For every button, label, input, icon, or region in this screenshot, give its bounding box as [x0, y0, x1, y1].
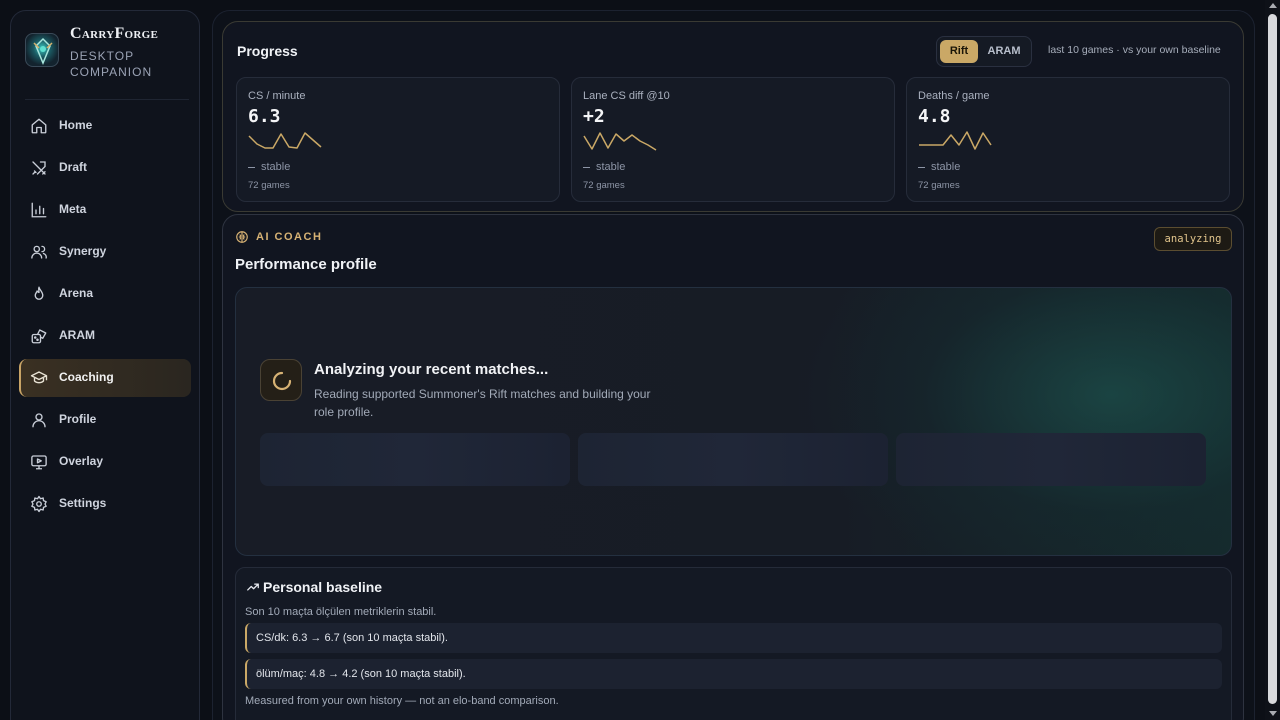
stat-card-lane-cs-diff: Lane CS diff @10 +2 stable 72 games: [571, 77, 895, 202]
gear-icon: [31, 495, 47, 513]
sparkline-path: [583, 132, 657, 151]
scroll-up-arrow-icon[interactable]: [1269, 3, 1277, 8]
stat-games: 72 games: [918, 180, 960, 191]
analyzing-text: Reading supported Summoner's Rift matche…: [314, 387, 651, 419]
stat-card-deaths-per-game: Deaths / game 4.8 stable 72 games: [906, 77, 1230, 202]
trend-dash-icon: [583, 166, 590, 168]
stat-card-cs-per-minute: CS / minute 6.3 stable 72 games: [236, 77, 560, 202]
progress-title: Progress: [237, 43, 298, 59]
coach-title: Performance profile: [235, 256, 377, 273]
bar-chart-icon: [31, 202, 47, 218]
baseline-title-label: Personal baseline: [263, 579, 383, 595]
insight-item: ölüm/maç: 4.8 → 4.2 (son 10 maçta stabil…: [245, 659, 1222, 689]
baseline-subtitle: Son 10 maçta ölçülen metriklerin stabil.: [245, 606, 437, 618]
skeleton-placeholder: [896, 433, 1206, 486]
analyzing-card: Analyzing your recent matches... Reading…: [235, 287, 1232, 556]
personal-baseline-card: Personal baseline Son 10 maçta ölçülen m…: [235, 567, 1232, 720]
spinner: [260, 359, 302, 401]
mode-aram-button[interactable]: ARAM: [982, 40, 1026, 63]
loading-spinner-icon: [272, 371, 292, 391]
stat-games: 72 games: [583, 180, 625, 191]
graduation-cap-icon: [30, 371, 48, 384]
home-icon: [31, 118, 47, 134]
sidebar-item-arena[interactable]: Arena: [19, 275, 191, 313]
sidebar-item-label: Coaching: [59, 370, 114, 384]
users-icon: [31, 245, 47, 259]
stat-trend: stable: [918, 161, 960, 173]
brand-name: CarryForge: [70, 25, 159, 42]
skeleton-placeholder: [578, 433, 888, 486]
insight-item: CS/dk: 6.3 → 6.7 (son 10 maçta stabil).: [245, 623, 1222, 653]
analyzing-title: Analyzing your recent matches...: [314, 361, 549, 378]
sidebar-item-label: Arena: [59, 286, 94, 300]
brain-icon: [236, 231, 248, 243]
mode-rift-button[interactable]: Rift: [940, 40, 978, 63]
stat-label: Lane CS diff @10: [583, 90, 670, 102]
sidebar-item-label: Home: [59, 118, 93, 132]
sidebar: CarryForge Desktop Companion Home Draft …: [10, 10, 200, 720]
sidebar-item-label: ARAM: [59, 328, 95, 342]
sidebar-item-coaching[interactable]: Coaching: [19, 359, 191, 397]
status-badge: analyzing: [1154, 227, 1232, 251]
sidebar-item-synergy[interactable]: Synergy: [19, 233, 191, 271]
sidebar-item-aram[interactable]: ARAM: [19, 317, 191, 355]
stat-trend-label: stable: [261, 161, 291, 173]
sidebar-item-draft[interactable]: Draft: [19, 149, 191, 187]
stat-trend-label: stable: [596, 161, 626, 173]
stat-value: 6.3: [248, 106, 281, 127]
sparkline: [919, 131, 992, 150]
sparkline: [583, 132, 657, 151]
brand-logo-icon: [25, 33, 59, 67]
divider: [25, 99, 189, 100]
sparkline-path: [248, 132, 322, 149]
baseline-footer: Measured from your own history — not an …: [245, 695, 559, 707]
sidebar-item-label: Overlay: [59, 454, 104, 468]
sparkline-path: [919, 131, 992, 150]
stat-label: Deaths / game: [918, 90, 990, 102]
brand-subtitle: Desktop Companion: [70, 49, 153, 79]
skeleton-placeholder: [260, 433, 570, 486]
scrollbar-thumb[interactable]: [1268, 14, 1277, 704]
stat-trend: stable: [583, 161, 625, 173]
trend-dash-icon: [248, 166, 255, 168]
progress-hint: last 10 games · vs your own baseline: [1048, 44, 1221, 56]
stat-value: 4.8: [918, 106, 951, 127]
progress-panel: Progress Rift ARAM last 10 games · vs yo…: [222, 21, 1244, 212]
mode-toggle: Rift ARAM: [936, 36, 1032, 67]
coach-tag-label: AI COACH: [256, 231, 323, 243]
sidebar-item-label: Meta: [59, 202, 87, 216]
brand: CarryForge Desktop Companion: [25, 25, 195, 91]
stat-games: 72 games: [248, 180, 290, 191]
trending-up-icon: [247, 583, 259, 591]
sidebar-item-label: Synergy: [59, 244, 107, 258]
sidebar-item-overlay[interactable]: Overlay: [19, 443, 191, 481]
stat-trend-label: stable: [931, 161, 961, 173]
sidebar-item-settings[interactable]: Settings: [19, 485, 191, 523]
sidebar-nav: Home Draft Meta Synergy Arena ARAM Coach…: [19, 107, 191, 527]
user-icon: [32, 413, 46, 428]
monitor-play-icon: [31, 455, 47, 470]
swords-icon: [32, 161, 46, 175]
stat-trend: stable: [248, 161, 290, 173]
trend-dash-icon: [918, 166, 925, 168]
sidebar-item-meta[interactable]: Meta: [19, 191, 191, 229]
scrollbar[interactable]: [1265, 0, 1280, 720]
sidebar-item-profile[interactable]: Profile: [19, 401, 191, 439]
sidebar-item-label: Draft: [59, 160, 88, 174]
ai-coach-panel: AI COACH analyzing Performance profile A…: [222, 214, 1244, 720]
flame-icon: [34, 286, 44, 300]
stat-label: CS / minute: [248, 90, 306, 102]
sidebar-item-label: Settings: [59, 496, 107, 510]
dice-icon: [31, 329, 47, 344]
sidebar-item-home[interactable]: Home: [19, 107, 191, 145]
sparkline: [248, 132, 322, 149]
scroll-down-arrow-icon[interactable]: [1269, 711, 1277, 716]
sidebar-item-label: Profile: [59, 412, 97, 426]
stat-value: +2: [583, 106, 605, 127]
